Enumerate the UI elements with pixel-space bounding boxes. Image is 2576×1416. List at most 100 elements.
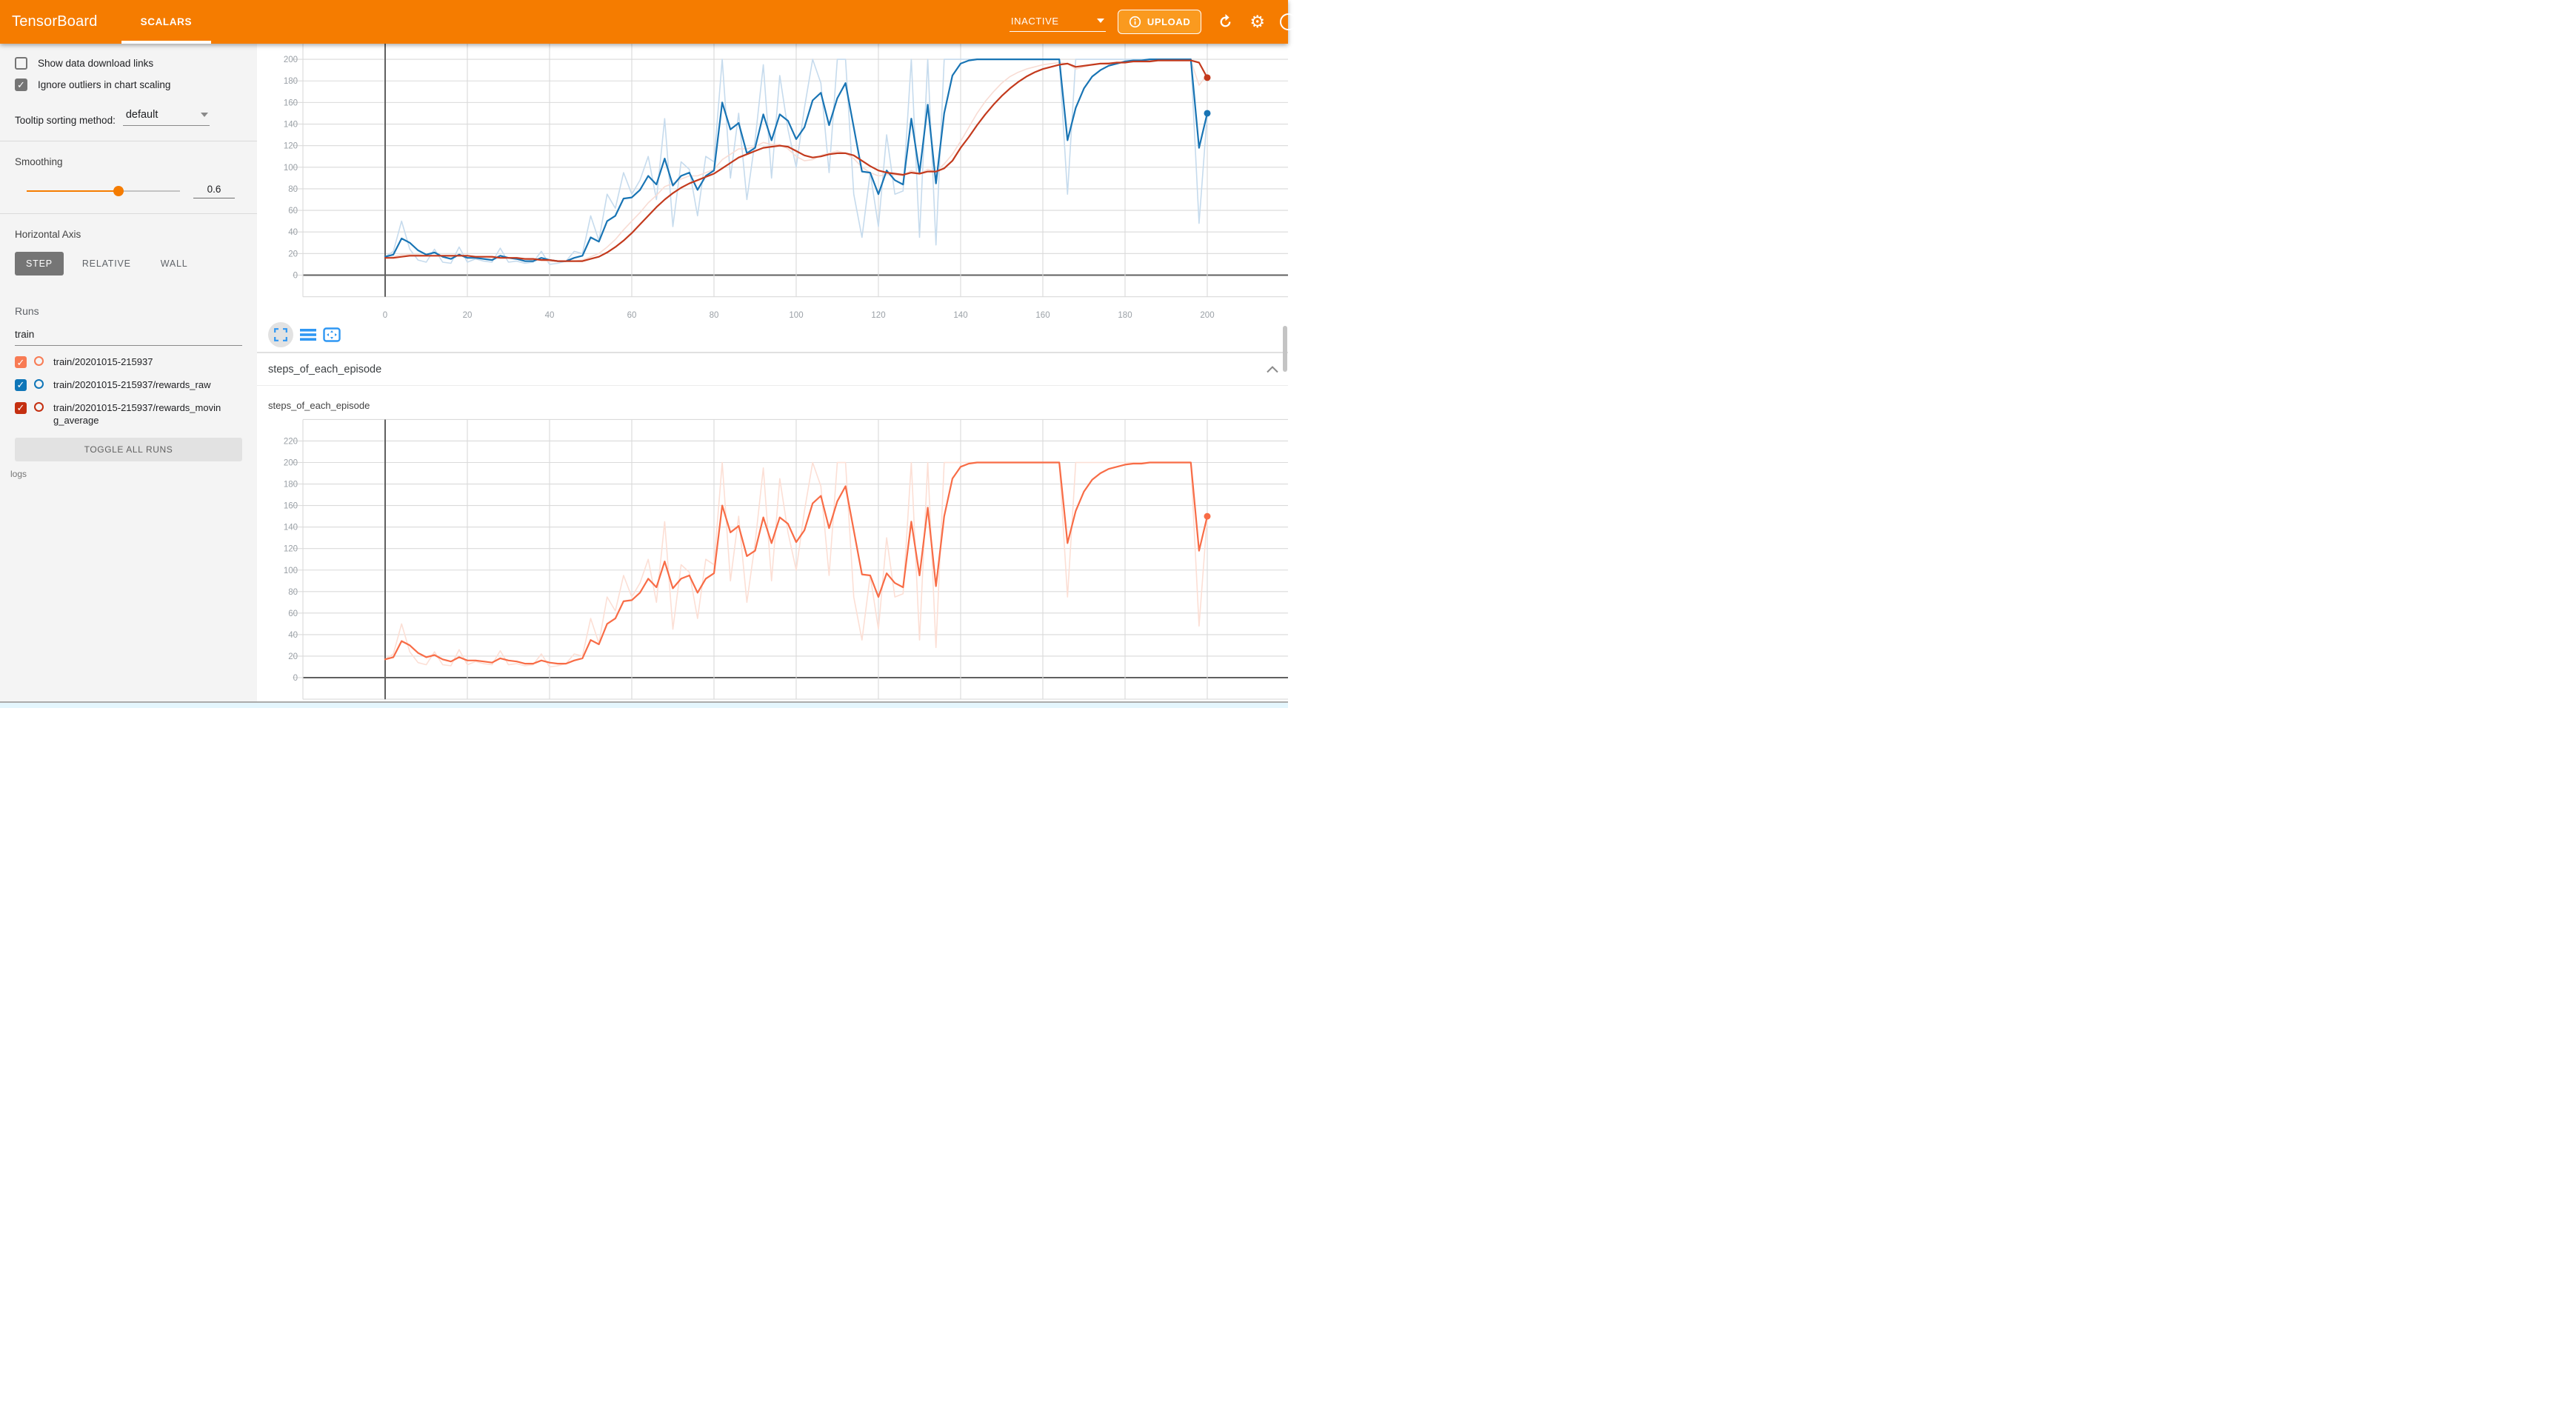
fit-domain-icon[interactable] (323, 327, 341, 342)
svg-text:120: 120 (284, 545, 298, 554)
steps-chart[interactable]: 0 20 40 60 80 100 120 140 160 180 200 220 (257, 415, 1288, 708)
chevron-down-icon (201, 113, 208, 117)
rewards-chart[interactable]: 0204060801001201401601802000204060801001… (257, 44, 1288, 327)
smoothing-label: Smoothing (15, 156, 242, 167)
toggle-all-runs-button[interactable]: TOGGLE ALL RUNS (15, 438, 242, 461)
toggle-y-axis-icon[interactable] (300, 328, 316, 341)
chevron-up-icon[interactable] (1266, 365, 1279, 374)
svg-text:40: 40 (545, 311, 555, 320)
series-end-dot (1204, 74, 1211, 81)
svg-text:160: 160 (284, 502, 298, 511)
checkbox-label: Show data download links (38, 58, 153, 69)
svg-text:20: 20 (288, 652, 298, 661)
info-icon (1129, 16, 1141, 28)
svg-text:20: 20 (288, 250, 298, 258)
smoothing-slider[interactable] (27, 190, 180, 193)
svg-text:220: 220 (284, 437, 298, 446)
run-status-select[interactable]: INACTIVE (1010, 13, 1106, 32)
runs-label: Runs (15, 305, 242, 317)
check-icon: ✓ (17, 358, 25, 367)
run-color-ring[interactable] (34, 402, 44, 412)
run-row[interactable]: ✓ train/20201015-215937/rewards_raw (15, 379, 242, 392)
svg-text:0: 0 (293, 674, 298, 683)
gear-icon[interactable]: ⚙ (1249, 13, 1265, 30)
svg-text:160: 160 (1035, 311, 1050, 320)
smoothing-value-input[interactable]: 0.6 (193, 184, 235, 198)
svg-text:0: 0 (383, 311, 387, 320)
svg-text:200: 200 (284, 459, 298, 468)
run-checkbox[interactable]: ✓ (15, 379, 27, 391)
svg-text:100: 100 (284, 164, 298, 173)
run-label: train/20201015-215937/rewards_moving_ave… (53, 402, 225, 427)
horizontal-axis-option-relative[interactable]: RELATIVE (71, 252, 142, 275)
svg-text:100: 100 (284, 567, 298, 575)
app-title: TensorBoard (12, 13, 98, 30)
slider-thumb[interactable] (113, 186, 124, 196)
slider-fill (27, 190, 119, 193)
horizontal-axis-option-step[interactable]: STEP (15, 252, 64, 275)
svg-text:180: 180 (284, 77, 298, 86)
svg-text:120: 120 (284, 142, 298, 151)
svg-text:200: 200 (284, 56, 298, 64)
run-row[interactable]: ✓ train/20201015-215937 (15, 356, 242, 369)
run-row[interactable]: ✓ train/20201015-215937/rewards_moving_av… (15, 402, 242, 427)
run-label: train/20201015-215937/rewards_raw (53, 379, 210, 392)
run-group-label: logs (10, 469, 242, 479)
expand-chart-icon[interactable] (268, 322, 293, 347)
run-checkbox[interactable]: ✓ (15, 356, 27, 368)
sidebar: Show data download links ✓ Ignore outlie… (0, 44, 257, 702)
section-header[interactable]: steps_of_each_episode (257, 353, 1288, 386)
tooltip-sorting-value: default (126, 109, 159, 121)
run-color-ring[interactable] (34, 356, 44, 366)
svg-text:180: 180 (1118, 311, 1132, 320)
next-section-strip (0, 701, 1288, 708)
active-tab-indicator (121, 41, 211, 44)
card-title: steps_of_each_episode (268, 400, 370, 411)
upload-button[interactable]: UPLOAD (1118, 10, 1202, 34)
svg-text:140: 140 (284, 121, 298, 130)
check-icon: ✓ (17, 403, 25, 413)
horizontal-axis-option-wall[interactable]: WALL (150, 252, 199, 275)
tab-scalars-label: SCALARS (141, 16, 192, 27)
horizontal-axis-label: Horizontal Axis (15, 229, 242, 240)
checkbox-checked[interactable]: ✓ (15, 79, 27, 91)
run-color-ring[interactable] (34, 379, 44, 389)
scrollbar-thumb[interactable] (1283, 326, 1287, 372)
svg-text:40: 40 (288, 228, 298, 237)
svg-text:200: 200 (1200, 311, 1214, 320)
series-end-dot (1204, 513, 1211, 520)
tab-scalars[interactable]: SCALARS (121, 0, 211, 44)
sidebar-divider (0, 213, 257, 214)
section-title: steps_of_each_episode (268, 364, 381, 375)
run-checkbox[interactable]: ✓ (15, 402, 27, 414)
svg-text:160: 160 (284, 98, 298, 107)
help-icon[interactable] (1280, 13, 1297, 30)
run-label: train/20201015-215937 (53, 356, 153, 369)
show-download-links-checkbox-row[interactable]: Show data download links (15, 57, 242, 70)
tooltip-sorting-label: Tooltip sorting method: (15, 115, 116, 126)
series-end-dot (1204, 110, 1211, 116)
refresh-icon[interactable] (1218, 14, 1233, 30)
svg-text:120: 120 (871, 311, 885, 320)
svg-text:20: 20 (463, 311, 473, 320)
app-header: TensorBoard SCALARS INACTIVE UPLOAD ⚙ (0, 0, 1288, 44)
svg-text:60: 60 (288, 610, 298, 618)
runs-filter-input[interactable]: train (15, 329, 242, 346)
svg-text:80: 80 (288, 588, 298, 597)
chart-toolbar (268, 322, 341, 347)
check-icon: ✓ (17, 80, 25, 90)
checkbox-unchecked[interactable] (15, 57, 27, 70)
chevron-down-icon (1097, 19, 1104, 23)
svg-text:80: 80 (288, 185, 298, 194)
svg-text:80: 80 (710, 311, 719, 320)
svg-text:60: 60 (288, 207, 298, 216)
run-status-value: INACTIVE (1011, 16, 1059, 27)
ignore-outliers-checkbox-row[interactable]: ✓ Ignore outliers in chart scaling (15, 79, 242, 91)
svg-text:40: 40 (288, 631, 298, 640)
svg-text:180: 180 (284, 481, 298, 490)
checkbox-label: Ignore outliers in chart scaling (38, 79, 170, 90)
svg-text:60: 60 (627, 311, 637, 320)
svg-text:140: 140 (284, 524, 298, 532)
tooltip-sorting-select[interactable]: default (123, 109, 210, 126)
svg-text:140: 140 (953, 311, 967, 320)
